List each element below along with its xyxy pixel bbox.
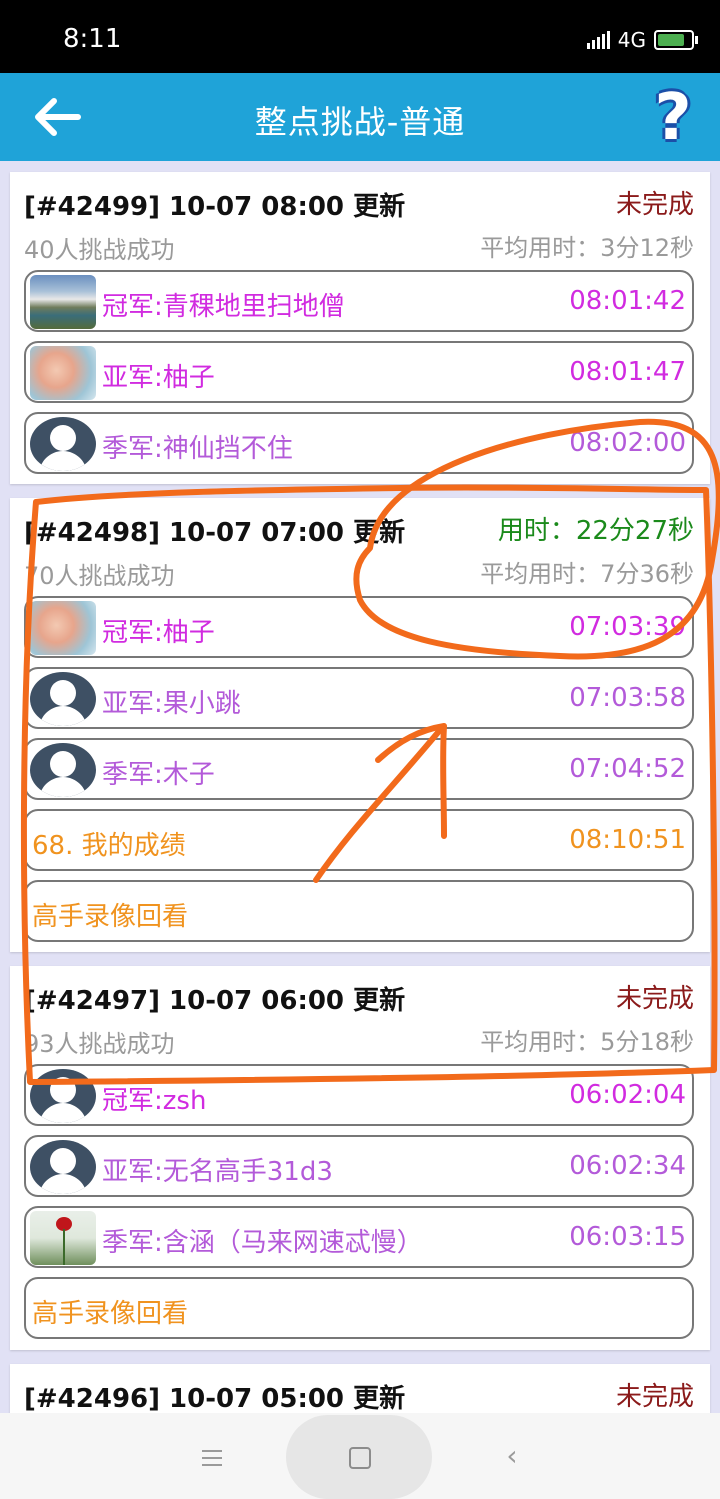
app-bar: 整点挑战-普通 ? [0,73,720,161]
runner-up-row[interactable]: 亚军:柚子 08:01:47 [24,341,694,403]
average-time: 平均用时：3分12秒 [480,234,694,262]
back-chevron-icon[interactable]: ‹ [472,1413,552,1499]
challenge-header: [#42496] 10-07 05:00 更新 [24,1384,406,1414]
challenge-card: [#42497] 10-07 06:00 更新 未完成 93人挑战成功 平均用时… [10,966,710,1350]
finish-time: 08:02:00 [569,428,686,458]
home-button[interactable] [286,1415,432,1499]
replay-button[interactable]: 高手录像回看 [24,880,694,942]
challenge-header: [#42497] 10-07 06:00 更新 [24,986,406,1016]
challenge-header: [#42499] 10-07 08:00 更新 [24,192,406,222]
challenge-card: [#42496] 10-07 05:00 更新 未完成 [10,1364,710,1414]
third-place-row[interactable]: 季军:木子 07:04:52 [24,738,694,800]
player-name: 季军:神仙挡不住 [102,434,293,464]
player-name: 季军:木子 [102,760,215,790]
replay-label: 高手录像回看 [32,1299,189,1329]
challenge-status: 未完成 [615,190,694,220]
challenge-status: 未完成 [615,1382,694,1412]
finish-time: 08:01:47 [569,357,686,387]
finish-time: 08:01:42 [569,286,686,316]
finish-time: 07:03:39 [569,612,686,642]
default-avatar-icon [30,1069,96,1123]
replay-button[interactable]: 高手录像回看 [24,1277,694,1339]
default-avatar-icon [30,417,96,471]
success-count: 93人挑战成功 [24,1030,175,1058]
elapsed-time: 用时：22分27秒 [497,516,694,546]
challenge-card: [#42498] 10-07 07:00 更新 用时：22分27秒 70人挑战成… [10,498,710,952]
average-time: 平均用时：7分36秒 [480,560,694,588]
success-count: 40人挑战成功 [24,236,175,264]
status-icons: 4G [586,28,698,52]
page-title: 整点挑战-普通 [254,103,466,141]
challenge-card: [#42499] 10-07 08:00 更新 未完成 40人挑战成功 平均用时… [10,172,710,484]
finish-time: 06:02:04 [569,1080,686,1110]
challenge-status: 未完成 [615,984,694,1014]
runner-up-row[interactable]: 亚军:无名高手31d3 06:02:34 [24,1135,694,1197]
finish-time: 06:02:34 [569,1151,686,1181]
average-time: 平均用时：5分18秒 [480,1028,694,1056]
player-name: 冠军:zsh [102,1086,207,1116]
third-place-row[interactable]: 季军:神仙挡不住 08:02:00 [24,412,694,474]
help-icon[interactable]: ? [648,83,698,153]
player-name: 冠军:青稞地里扫地僧 [102,292,345,322]
default-avatar-icon [30,743,96,797]
champion-row[interactable]: 冠军:青稞地里扫地僧 08:01:42 [24,270,694,332]
default-avatar-icon [30,672,96,726]
success-count: 70人挑战成功 [24,562,175,590]
avatar [30,346,96,400]
status-bar: 8:11 4G [0,0,720,73]
avatar [30,1211,96,1265]
champion-row[interactable]: 冠军:柚子 07:03:39 [24,596,694,658]
battery-icon [654,30,698,50]
player-name: 亚军:无名高手31d3 [102,1157,333,1187]
my-time: 08:10:51 [569,825,686,855]
player-name: 亚军:果小跳 [102,689,241,719]
network-type: 4G [617,28,646,52]
signal-icon [586,31,610,49]
my-score-row[interactable]: 68. 我的成绩 08:10:51 [24,809,694,871]
finish-time: 06:03:15 [569,1222,686,1252]
replay-label: 高手录像回看 [32,902,189,932]
finish-time: 07:04:52 [569,754,686,784]
my-rank: 68. 我的成绩 [32,831,186,861]
menu-icon[interactable] [172,1413,252,1499]
player-name: 冠军:柚子 [102,618,215,648]
square-icon [349,1447,371,1469]
system-nav-bar: ‹ [0,1413,720,1499]
player-name: 季军:含涵（马来网速忒慢） [102,1228,423,1258]
champion-row[interactable]: 冠军:zsh 06:02:04 [24,1064,694,1126]
player-name: 亚军:柚子 [102,363,215,393]
default-avatar-icon [30,1140,96,1194]
avatar [30,601,96,655]
challenge-header: [#42498] 10-07 07:00 更新 [24,518,406,548]
avatar [30,275,96,329]
finish-time: 07:03:58 [569,683,686,713]
clock: 8:11 [63,24,122,54]
third-place-row[interactable]: 季军:含涵（马来网速忒慢） 06:03:15 [24,1206,694,1268]
runner-up-row[interactable]: 亚军:果小跳 07:03:58 [24,667,694,729]
